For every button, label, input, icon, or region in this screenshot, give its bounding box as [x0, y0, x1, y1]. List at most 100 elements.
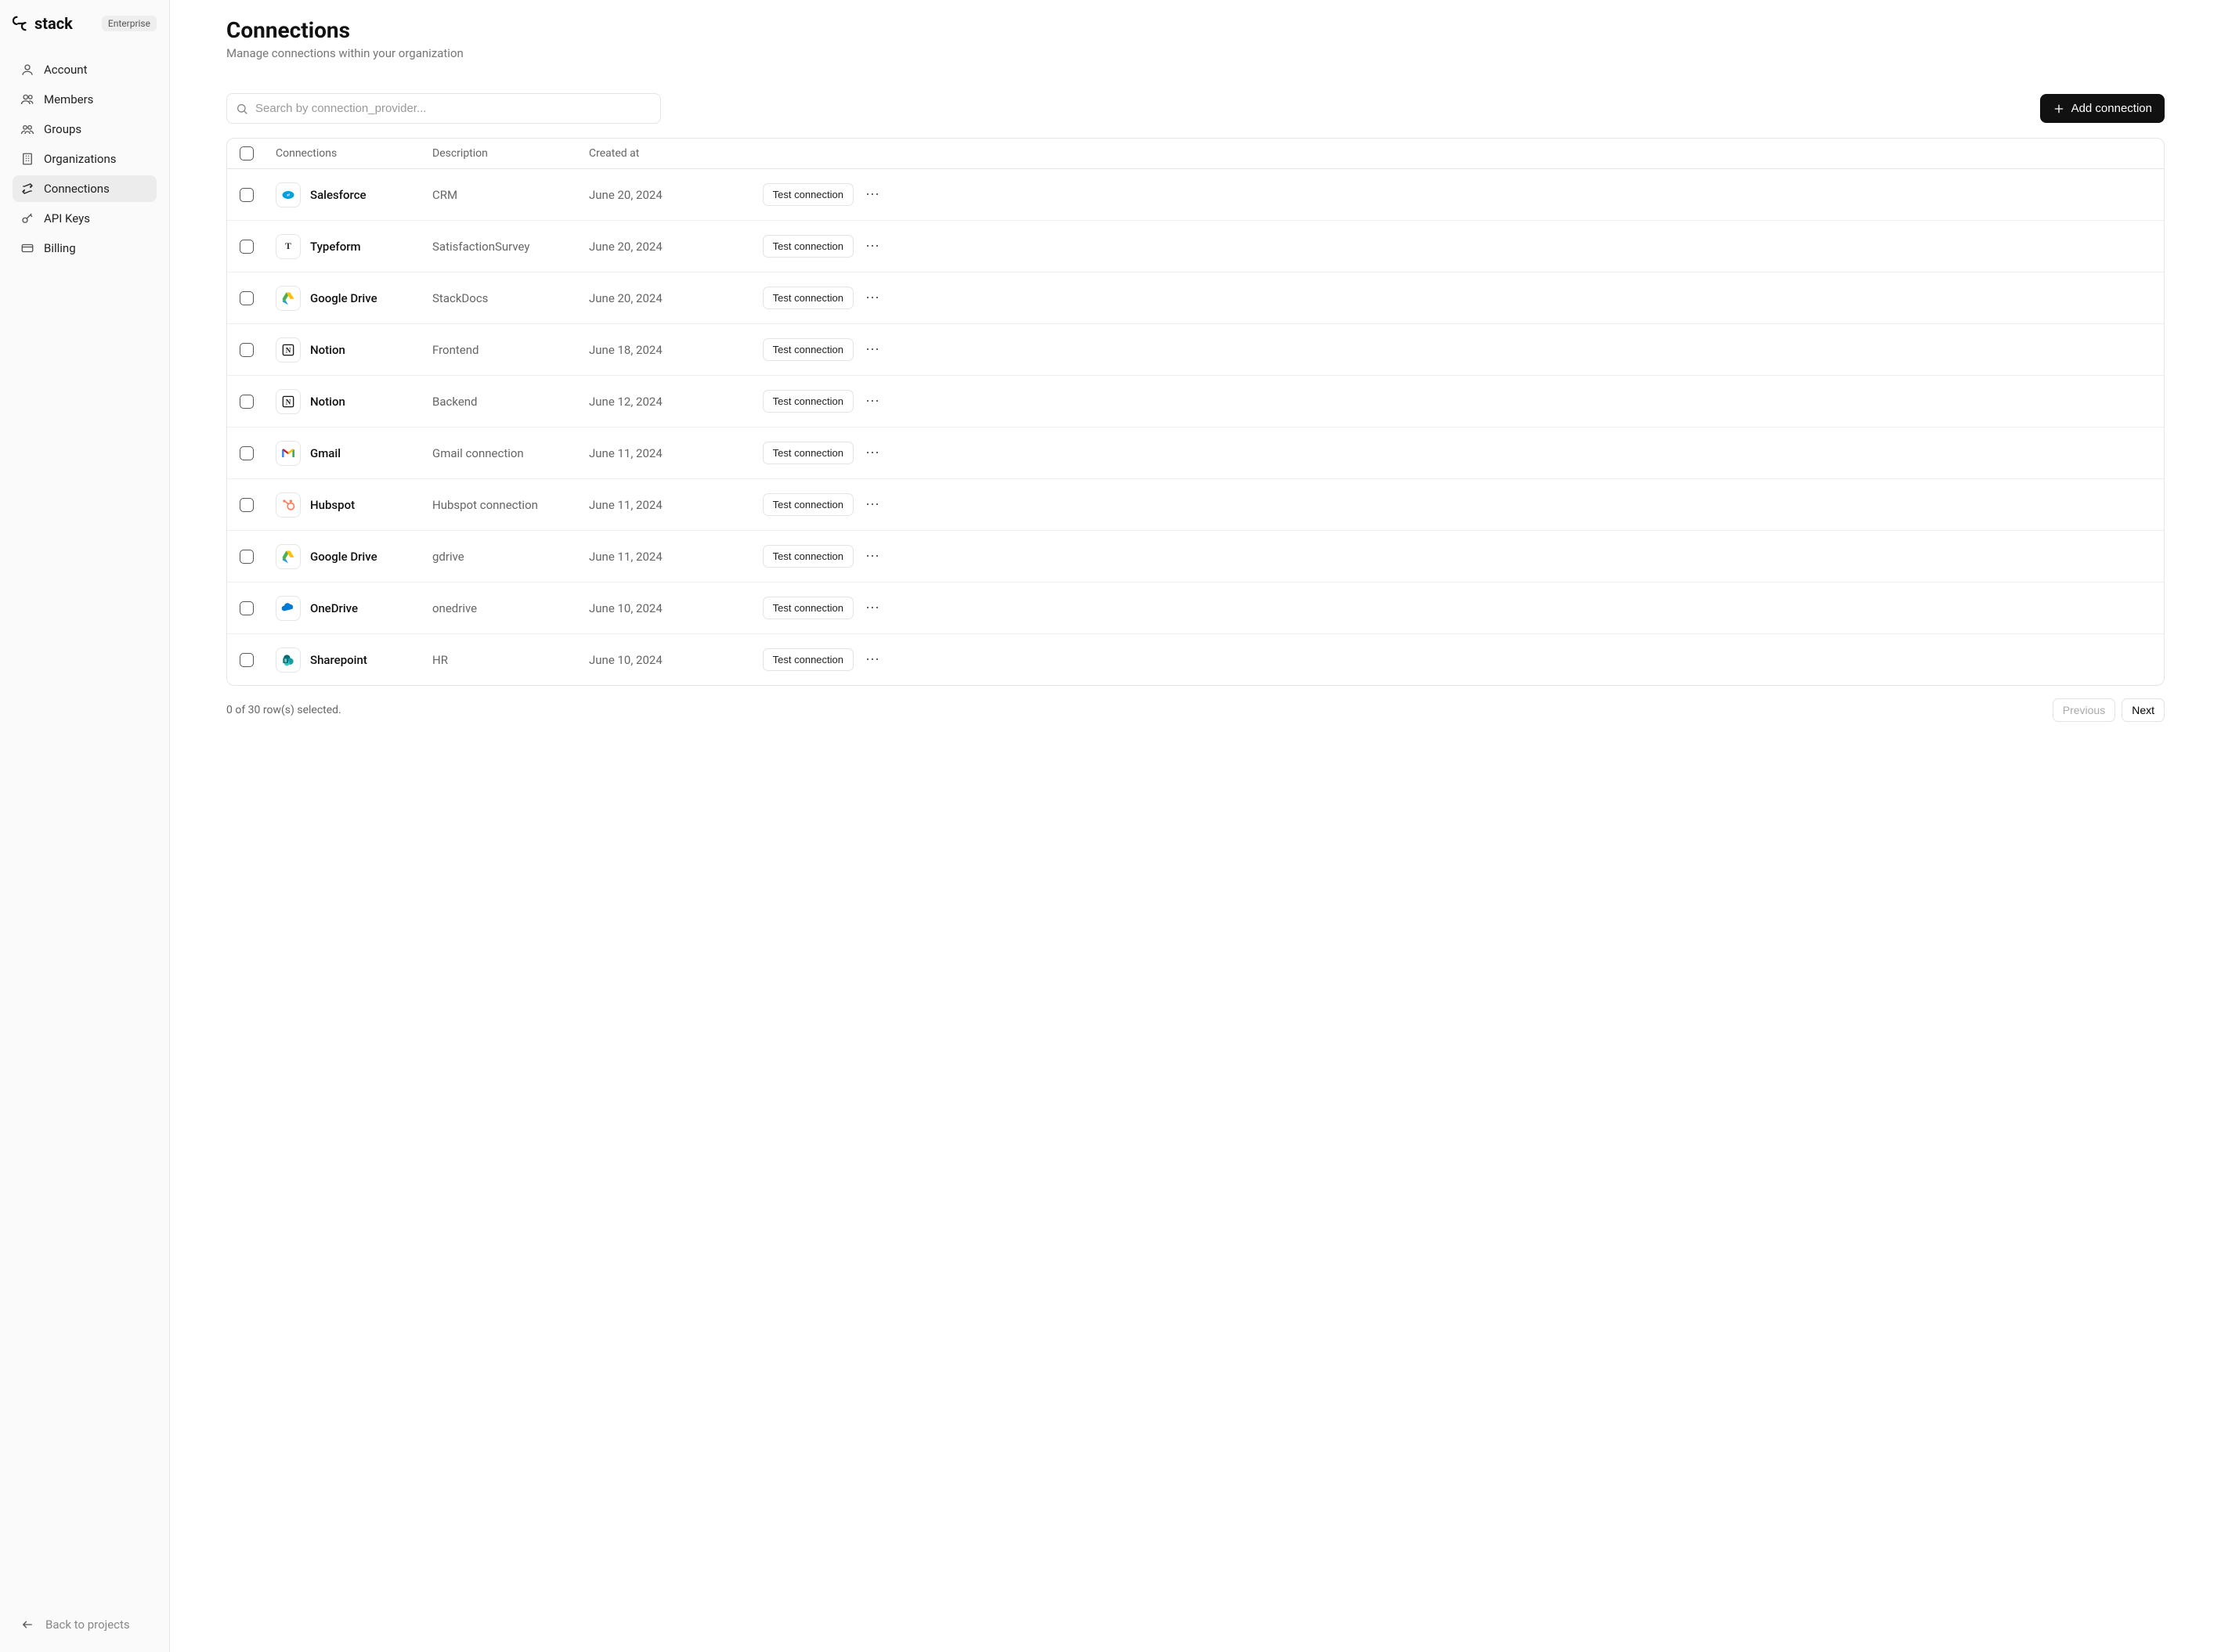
connection-description: Gmail connection: [432, 446, 524, 460]
header-created: Created at: [589, 147, 744, 160]
row-more-button[interactable]: ⋯: [861, 647, 886, 673]
connection-description: Backend: [432, 395, 478, 409]
svg-text:sf: sf: [287, 193, 290, 197]
row-more-button[interactable]: ⋯: [861, 182, 886, 207]
plus-icon: [2053, 103, 2065, 115]
key-icon: [20, 211, 34, 225]
connection-created: June 20, 2024: [589, 240, 663, 254]
connection-description: Frontend: [432, 343, 479, 357]
gdrive-icon: [276, 544, 301, 569]
previous-button[interactable]: Previous: [2053, 698, 2115, 722]
row-checkbox[interactable]: [240, 550, 254, 564]
typeform-icon: T: [276, 234, 301, 259]
row-checkbox[interactable]: [240, 395, 254, 409]
table-row: OneDrive onedrive June 10, 2024 Test con…: [227, 582, 2164, 633]
sidebar-item-account[interactable]: Account: [13, 56, 157, 83]
pagination: Previous Next: [2053, 698, 2165, 722]
test-connection-button[interactable]: Test connection: [763, 442, 854, 464]
table-footer: 0 of 30 row(s) selected. Previous Next: [226, 698, 2165, 722]
connection-name: Notion: [310, 343, 345, 357]
connection-description: Hubspot connection: [432, 498, 538, 512]
table-row: Google Drive gdrive June 11, 2024 Test c…: [227, 530, 2164, 582]
sidebar-item-groups[interactable]: Groups: [13, 116, 157, 142]
sidebar-item-label: API Keys: [44, 211, 90, 225]
toolbar: Add connection: [226, 93, 2165, 124]
sidebar-item-connections[interactable]: Connections: [13, 175, 157, 202]
groups-icon: [20, 122, 34, 136]
connection-created: June 20, 2024: [589, 291, 663, 305]
connection-name: Google Drive: [310, 291, 377, 305]
row-checkbox[interactable]: [240, 653, 254, 667]
sidebar-item-label: Organizations: [44, 152, 117, 166]
brand-logo: stack: [13, 14, 73, 33]
row-checkbox[interactable]: [240, 446, 254, 460]
connections-table: Connections Description Created at sf Sa…: [226, 138, 2165, 686]
connection-description: SatisfactionSurvey: [432, 240, 530, 254]
back-label: Back to projects: [45, 1618, 130, 1632]
table-body: sf Salesforce CRM June 20, 2024 Test con…: [227, 169, 2164, 685]
selection-status: 0 of 30 row(s) selected.: [226, 704, 341, 716]
test-connection-button[interactable]: Test connection: [763, 493, 854, 516]
table-row: N Notion Backend June 12, 2024 Test conn…: [227, 375, 2164, 427]
connection-created: June 12, 2024: [589, 395, 663, 409]
row-checkbox[interactable]: [240, 240, 254, 254]
row-more-button[interactable]: ⋯: [861, 337, 886, 363]
header-description: Description: [432, 147, 589, 160]
sidebar-item-billing[interactable]: Billing: [13, 235, 157, 262]
table-row: T Typeform SatisfactionSurvey June 20, 2…: [227, 220, 2164, 272]
row-more-button[interactable]: ⋯: [861, 543, 886, 569]
connection-description: CRM: [432, 188, 457, 202]
test-connection-button[interactable]: Test connection: [763, 338, 854, 361]
add-connection-button[interactable]: Add connection: [2040, 94, 2165, 123]
search-wrap: [226, 93, 661, 124]
sidebar-item-label: Members: [44, 92, 93, 106]
row-checkbox[interactable]: [240, 601, 254, 615]
row-checkbox[interactable]: [240, 343, 254, 357]
header-connections: Connections: [276, 147, 432, 160]
salesforce-icon: sf: [276, 182, 301, 207]
test-connection-button[interactable]: Test connection: [763, 597, 854, 619]
gmail-icon: [276, 441, 301, 466]
test-connection-button[interactable]: Test connection: [763, 648, 854, 671]
row-more-button[interactable]: ⋯: [861, 388, 886, 414]
table-header: Connections Description Created at: [227, 139, 2164, 169]
connection-created: June 10, 2024: [589, 653, 663, 667]
sidebar-item-label: Account: [44, 63, 88, 77]
svg-text:N: N: [286, 346, 291, 354]
test-connection-button[interactable]: Test connection: [763, 287, 854, 309]
search-input[interactable]: [226, 93, 661, 124]
connection-created: June 11, 2024: [589, 498, 663, 512]
arrow-left-icon: [20, 1618, 34, 1632]
notion-icon: N: [276, 337, 301, 363]
tier-badge: Enterprise: [102, 16, 157, 31]
row-more-button[interactable]: ⋯: [861, 285, 886, 311]
sidebar-item-organizations[interactable]: Organizations: [13, 146, 157, 172]
table-row: S Sharepoint HR June 10, 2024 Test conne…: [227, 633, 2164, 685]
test-connection-button[interactable]: Test connection: [763, 235, 854, 258]
table-row: Google Drive StackDocs June 20, 2024 Tes…: [227, 272, 2164, 323]
sidebar-item-apikeys[interactable]: API Keys: [13, 205, 157, 232]
connection-name: Google Drive: [310, 550, 377, 564]
sidebar-item-members[interactable]: Members: [13, 86, 157, 113]
row-checkbox[interactable]: [240, 291, 254, 305]
row-more-button[interactable]: ⋯: [861, 233, 886, 259]
test-connection-button[interactable]: Test connection: [763, 545, 854, 568]
test-connection-button[interactable]: Test connection: [763, 390, 854, 413]
svg-text:S: S: [284, 658, 287, 663]
row-checkbox[interactable]: [240, 498, 254, 512]
notion-icon: N: [276, 389, 301, 414]
row-checkbox[interactable]: [240, 188, 254, 202]
row-more-button[interactable]: ⋯: [861, 492, 886, 518]
connection-created: June 18, 2024: [589, 343, 663, 357]
table-row: Gmail Gmail connection June 11, 2024 Tes…: [227, 427, 2164, 478]
next-button[interactable]: Next: [2122, 698, 2165, 722]
sidebar-item-label: Connections: [44, 182, 110, 196]
test-connection-button[interactable]: Test connection: [763, 183, 854, 206]
row-more-button[interactable]: ⋯: [861, 595, 886, 621]
onedrive-icon: [276, 596, 301, 621]
select-all-checkbox[interactable]: [240, 146, 254, 161]
row-more-button[interactable]: ⋯: [861, 440, 886, 466]
table-row: sf Salesforce CRM June 20, 2024 Test con…: [227, 169, 2164, 220]
back-to-projects[interactable]: Back to projects: [13, 1611, 157, 1638]
connection-name: Typeform: [310, 240, 361, 254]
